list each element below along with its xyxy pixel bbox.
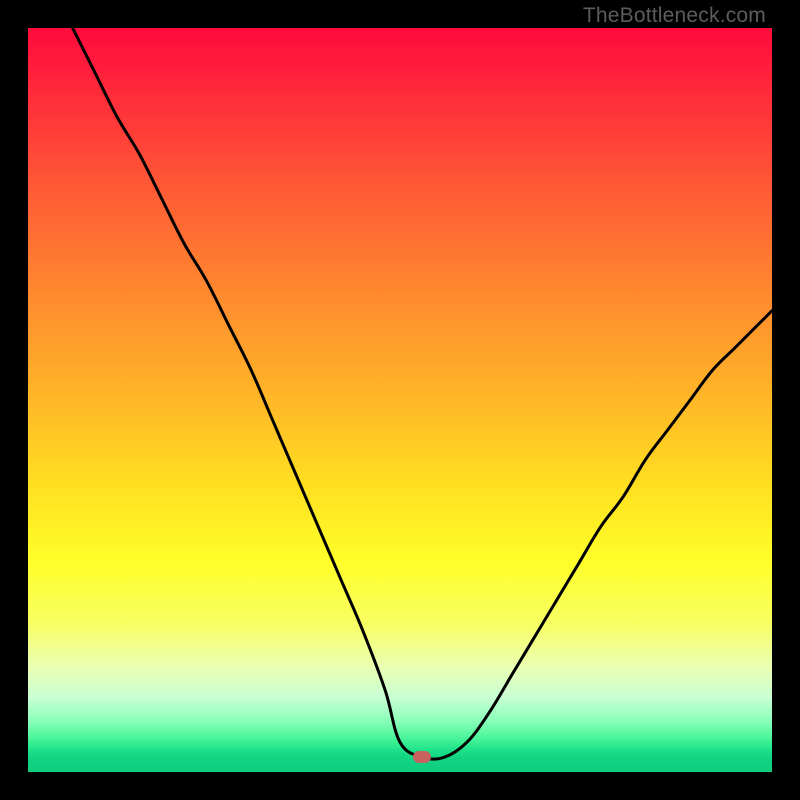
bottleneck-curve [28,28,772,772]
plot-area [28,28,772,772]
optimum-marker [413,751,431,763]
watermark-text: TheBottleneck.com [583,4,766,28]
chart-frame: TheBottleneck.com [0,0,800,800]
